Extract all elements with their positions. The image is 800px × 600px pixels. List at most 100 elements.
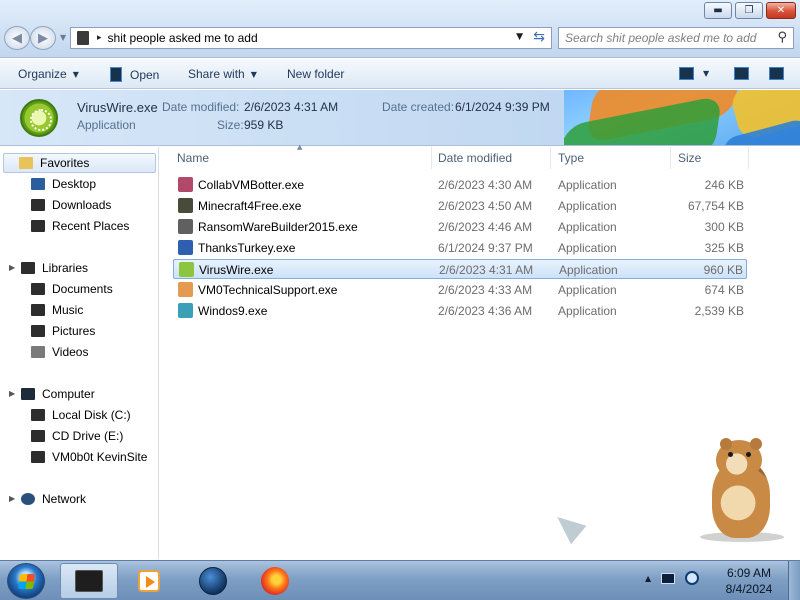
show-desktop-button[interactable]	[788, 561, 800, 600]
nav-computer[interactable]: Computer	[21, 385, 95, 403]
organize-label: Organize	[18, 67, 67, 81]
nav-pictures[interactable]: Pictures	[31, 322, 95, 340]
column-type-label: Type	[558, 151, 585, 165]
nav-network-label: Network	[42, 492, 87, 506]
column-date-label: Date modified	[438, 151, 513, 165]
breadcrumb-separator[interactable]: ▸	[97, 33, 102, 43]
breadcrumb-current-folder[interactable]: shit people asked me to add	[108, 31, 258, 45]
share-with-label: Share with	[188, 67, 245, 81]
help-icon[interactable]	[769, 67, 784, 80]
column-header-size[interactable]: Size	[673, 147, 749, 169]
nav-downloads[interactable]: Downloads	[31, 196, 111, 214]
file-row[interactable]: Windos9.exe 2/6/2023 4:36 AM Application 2,…	[173, 301, 747, 321]
file-row[interactable]: VM0TechnicalSupport.exe 2/6/2023 4:33 AM A…	[173, 280, 747, 300]
nav-favorites[interactable]: Favorites	[3, 153, 156, 173]
windows-logo-icon	[17, 574, 36, 589]
desktop-icon	[31, 178, 45, 190]
search-input[interactable]	[565, 31, 765, 45]
clock-date: 8/4/2024	[725, 582, 773, 596]
file-row[interactable]: VirusWire.exe 2/6/2023 4:31 AM Application…	[173, 259, 747, 279]
collab-icon	[178, 177, 193, 192]
new-folder-button[interactable]: New folder	[287, 67, 344, 81]
windows-flag-artwork	[564, 90, 800, 145]
nav-network[interactable]: Network	[21, 490, 86, 508]
taskbar-globe-app-button[interactable]	[184, 563, 242, 599]
title-bar: ▬ ❐ ✕ ◀ ▶ ▼ ▸ shit people asked me to ad…	[0, 0, 800, 58]
back-button[interactable]: ◀	[4, 26, 30, 50]
support-icon	[178, 282, 193, 297]
network-drive-icon	[31, 451, 45, 463]
column-header-type[interactable]: Type	[553, 147, 671, 169]
recent-pages-dropdown[interactable]: ▼	[60, 33, 66, 42]
date-modified-value: 2/6/2023 4:31 AM	[244, 100, 339, 114]
file-size: 246 KB	[704, 178, 744, 192]
nav-cd-drive[interactable]: CD Drive (E:)	[31, 427, 123, 445]
expand-arrow-icon[interactable]: ▶	[9, 389, 15, 398]
change-view-icon[interactable]	[679, 67, 694, 80]
search-box[interactable]: ⚲	[558, 27, 794, 49]
open-button[interactable]: Open	[110, 67, 159, 82]
file-size: 2,539 KB	[694, 304, 744, 318]
nav-libraries-label: Libraries	[42, 261, 89, 275]
size-value: 959 KB	[244, 118, 284, 132]
view-options-chevron-icon[interactable]: ▼	[703, 69, 709, 78]
network-status-icon[interactable]	[685, 571, 700, 585]
pictures-icon	[31, 325, 45, 337]
file-date-modified: 6/1/2024 9:37 PM	[438, 241, 533, 255]
nav-recent-places[interactable]: Recent Places	[31, 217, 129, 235]
file-size: 67,754 KB	[687, 199, 744, 213]
nav-music[interactable]: Music	[31, 301, 83, 319]
address-history-dropdown-icon[interactable]: ▼	[516, 32, 523, 42]
organize-button[interactable]: Organize ▼	[18, 67, 79, 81]
windos-icon	[178, 303, 193, 318]
start-button[interactable]	[7, 563, 45, 599]
taskbar-explorer-button[interactable]	[60, 563, 118, 599]
column-header-date-modified[interactable]: Date modified	[433, 147, 551, 169]
nav-desktop[interactable]: Desktop	[31, 175, 96, 193]
show-hidden-icons-icon[interactable]: ▲	[645, 574, 651, 583]
expand-arrow-icon[interactable]: ▶	[9, 494, 15, 503]
file-date-modified: 2/6/2023 4:30 AM	[438, 178, 533, 192]
file-row[interactable]: ThanksTurkey.exe 6/1/2024 9:37 PM Applicat…	[173, 238, 747, 258]
nav-network-drive-label: VM0b0t KevinSite	[52, 450, 148, 464]
action-center-icon[interactable]	[661, 572, 676, 584]
minecraft-icon	[178, 198, 193, 213]
ransomware-icon	[178, 219, 193, 234]
taskbar-media-player-button[interactable]	[120, 563, 178, 599]
column-header-name[interactable]: Name	[172, 147, 432, 169]
file-size: 674 KB	[704, 283, 744, 297]
videos-icon	[31, 346, 45, 358]
close-button[interactable]: ✕	[766, 2, 796, 19]
nav-local-disk[interactable]: Local Disk (C:)	[31, 406, 131, 424]
chevron-down-icon: ▼	[250, 69, 257, 79]
refresh-icon[interactable]: ⇆	[533, 29, 545, 45]
nav-videos[interactable]: Videos	[31, 343, 88, 361]
date-created-value: 6/1/2024 9:39 PM	[455, 100, 550, 114]
nav-documents[interactable]: Documents	[31, 280, 113, 298]
search-icon[interactable]: ⚲	[777, 30, 787, 45]
expand-arrow-icon[interactable]: ▶	[9, 263, 15, 272]
address-bar[interactable]: ▸ shit people asked me to add ▼ ⇆	[70, 27, 552, 49]
nav-network-drive[interactable]: VM0b0t KevinSite	[31, 448, 147, 466]
globe-icon	[199, 567, 227, 595]
minimize-button[interactable]: ▬	[704, 2, 732, 19]
nav-libraries[interactable]: Libraries	[21, 259, 88, 277]
file-row[interactable]: RansomWareBuilder2015.exe 2/6/2023 4:46 A…	[173, 217, 747, 237]
star-icon	[19, 157, 33, 169]
share-with-button[interactable]: Share with ▼	[188, 67, 257, 81]
clock[interactable]: 6:09 AM 8/4/2024	[718, 565, 780, 597]
file-row[interactable]: Minecraft4Free.exe 2/6/2023 4:50 AM Applic…	[173, 196, 747, 216]
preview-pane-icon[interactable]	[734, 67, 749, 80]
taskbar-firefox-button[interactable]	[246, 563, 304, 599]
open-app-icon	[110, 67, 122, 82]
forward-button[interactable]: ▶	[30, 26, 56, 50]
file-row[interactable]: CollabVMBotter.exe 2/6/2023 4:30 AM Applic…	[173, 175, 747, 195]
computer-icon	[21, 388, 35, 400]
file-type: Application	[558, 178, 617, 192]
file-name: Minecraft4Free.exe	[198, 199, 302, 213]
maximize-button[interactable]: ❐	[735, 2, 763, 19]
explorer-icon	[75, 570, 103, 592]
network-icon	[21, 493, 35, 505]
viruswire-large-icon	[20, 99, 58, 137]
nav-favorites-label: Favorites	[40, 156, 90, 170]
